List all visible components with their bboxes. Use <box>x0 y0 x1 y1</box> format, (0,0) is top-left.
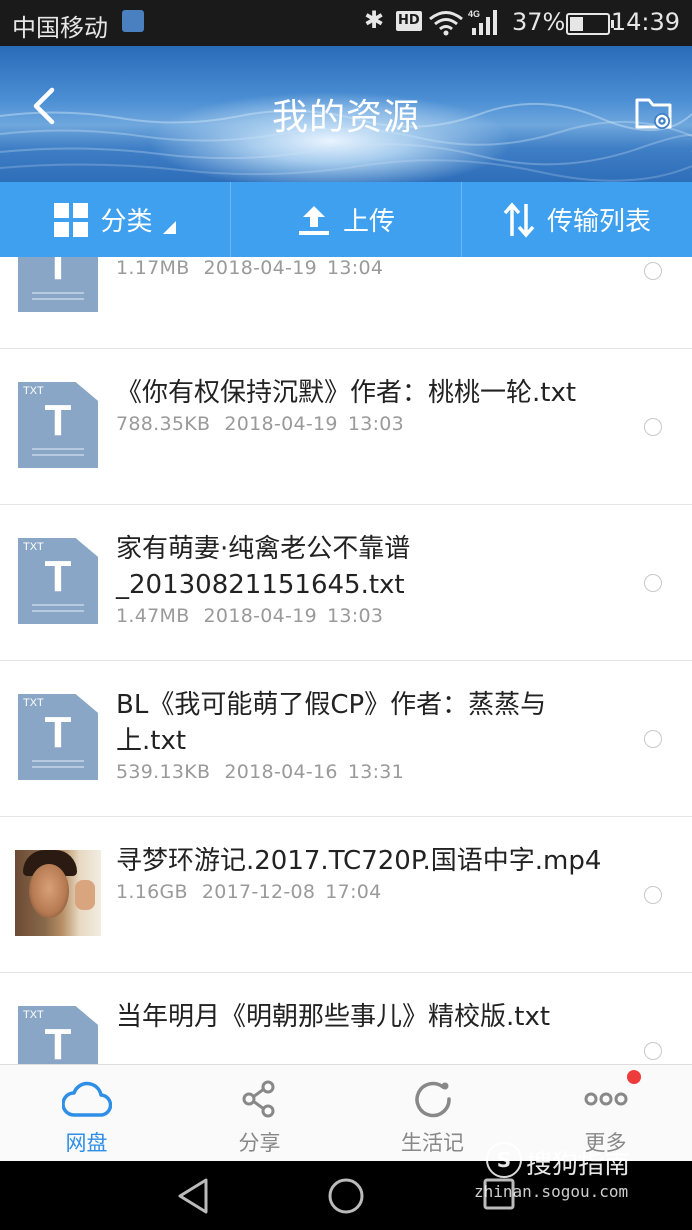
sogou-logo-icon: S <box>486 1142 522 1178</box>
file-meta: 539.13KB 2018-04-16 13:31 <box>116 761 404 783</box>
notification-badge <box>627 1070 641 1084</box>
home-circle-icon[interactable] <box>327 1177 365 1215</box>
nav-netdisk-label: 网盘 <box>65 1131 108 1155</box>
video-thumbnail-image <box>15 850 101 936</box>
upload-label: 上传 <box>342 207 395 237</box>
file-meta: 788.35KB 2018-04-19 13:03 <box>116 413 404 435</box>
txt-file-icon: TXTT <box>18 694 98 780</box>
file-name: BL《我可能萌了假CP》作者：蒸蒸与上.txt <box>116 690 547 756</box>
more-dots-icon <box>584 1092 627 1106</box>
file-name: 《你有权保持沉默》作者：桃桃一轮.txt <box>116 378 577 408</box>
file-date: 2018-04-16 <box>224 761 338 783</box>
file-time: 13:31 <box>347 761 405 783</box>
file-list: TXTT《狼行成双》by巫哲.txt1.17MB2018-04-1913:04T… <box>0 257 692 1064</box>
dropdown-caret-icon <box>162 221 176 234</box>
file-row[interactable]: 寻梦环游记.2017.TC720P.国语中字.mp4 1.16GB 2017-12-… <box>0 817 692 973</box>
file-time: 13:03 <box>347 413 405 435</box>
carrier-name: 中国移动 <box>12 14 108 42</box>
page-title: 我的资源 <box>271 97 420 138</box>
txt-file-icon-shape: TXTT <box>18 257 98 312</box>
file-size: 788.35KB <box>116 413 211 435</box>
status-bar: 中国移动 ✱ HD 4G 37% 14:39 <box>0 0 692 46</box>
battery-icon <box>566 13 614 35</box>
folder-settings-icon[interactable] <box>634 94 674 134</box>
select-radio[interactable] <box>644 886 662 904</box>
network-type-label: 4G <box>468 9 480 19</box>
transfer-list-tab[interactable]: 传输列表 <box>461 182 692 257</box>
transfer-arrows-icon <box>503 201 535 238</box>
file-date: 2017-12-08 <box>201 881 316 903</box>
watermark-url: zhinan.sogou.com <box>474 1182 629 1201</box>
nav-share-label: 分享 <box>238 1131 281 1155</box>
file-meta: 1.47MB 2018-04-19 13:03 <box>116 605 383 627</box>
file-size: 1.16GB <box>116 881 188 903</box>
file-size: 1.47MB <box>116 605 190 627</box>
txt-file-icon: TXTT <box>18 1006 98 1064</box>
file-date: 2018-04-19 <box>203 257 317 279</box>
select-radio[interactable] <box>644 574 662 592</box>
file-time: 13:04 <box>326 257 384 279</box>
select-radio[interactable] <box>644 262 662 280</box>
txt-file-icon: TXTT <box>18 538 98 624</box>
cloud-icon <box>61 1081 112 1117</box>
signal-icon: 4G <box>468 9 497 35</box>
file-date: 2018-04-19 <box>203 605 317 627</box>
file-row[interactable]: TXT T BL《我可能萌了假CP》作者：蒸蒸与上.txt 539.13KB 2018-… <box>0 661 692 817</box>
battery-percent: 37% <box>512 8 566 36</box>
txt-file-icon-shape: TXTT <box>18 382 98 468</box>
txt-file-icon: TXTT <box>18 382 98 468</box>
file-row[interactable]: TXT T 家有萌妻·纯禽老公不靠谱_20130821151645.txt 1.47M… <box>0 505 692 661</box>
grid-icon <box>54 202 89 237</box>
refresh-circle-icon <box>414 1081 451 1118</box>
select-radio[interactable] <box>644 418 662 436</box>
upload-tab[interactable]: 上传 <box>230 182 461 257</box>
health-app-icon <box>122 10 144 32</box>
hd-badge: HD <box>396 11 422 31</box>
file-row[interactable]: TXT T 当年明月《明朝那些事儿》精校版.txt <box>0 973 692 1064</box>
file-name: 当年明月《明朝那些事儿》精校版.txt <box>116 1002 551 1032</box>
file-size: 1.17MB <box>116 257 190 279</box>
nav-share[interactable]: 分享 <box>173 1065 346 1161</box>
header: 我的资源 <box>0 46 692 182</box>
select-radio[interactable] <box>644 730 662 748</box>
upload-icon <box>298 205 329 235</box>
file-time: 17:04 <box>325 881 382 903</box>
nav-netdisk[interactable]: 网盘 <box>0 1065 173 1161</box>
transfer-list-label: 传输列表 <box>546 207 651 237</box>
back-triangle-icon[interactable] <box>176 1177 212 1215</box>
battery-fill <box>570 17 583 31</box>
file-meta: 1.17MB 2018-04-19 13:04 <box>116 257 383 279</box>
bluetooth-icon: ✱ <box>364 6 385 34</box>
select-radio[interactable] <box>644 1042 662 1060</box>
category-tab[interactable]: 分类 <box>0 182 230 257</box>
watermark-brand: 搜狗指南 <box>526 1150 631 1180</box>
category-label: 分类 <box>100 207 153 237</box>
txt-file-icon: TXTT <box>18 257 98 312</box>
wifi-icon <box>429 11 463 36</box>
file-size: 539.13KB <box>116 761 211 783</box>
txt-file-icon-shape: TXTT <box>18 1006 98 1064</box>
file-name: 寻梦环游记.2017.TC720P.国语中字.mp4 <box>116 846 602 876</box>
file-time: 13:03 <box>326 605 384 627</box>
file-name: 家有萌妻·纯禽老公不靠谱_20130821151645.txt <box>116 534 411 600</box>
sogou-watermark: S 搜狗指南 zhinan.sogou.com <box>474 1140 666 1206</box>
video-thumbnail <box>15 850 101 936</box>
clock: 14:39 <box>610 8 680 36</box>
file-row[interactable]: TXTT《狼行成双》by巫哲.txt1.17MB2018-04-1913:04 <box>0 257 692 349</box>
file-date: 2018-04-19 <box>224 413 338 435</box>
file-row[interactable]: TXT T 《你有权保持沉默》作者：桃桃一轮.txt 788.35KB 2018-04-… <box>0 349 692 505</box>
toolbar: 分类 上传 传输列表 <box>0 182 692 257</box>
txt-file-icon-shape: TXTT <box>18 694 98 780</box>
share-icon <box>242 1080 274 1118</box>
file-meta: 1.16GB 2017-12-08 17:04 <box>116 881 382 903</box>
txt-file-icon-shape: TXTT <box>18 538 98 624</box>
